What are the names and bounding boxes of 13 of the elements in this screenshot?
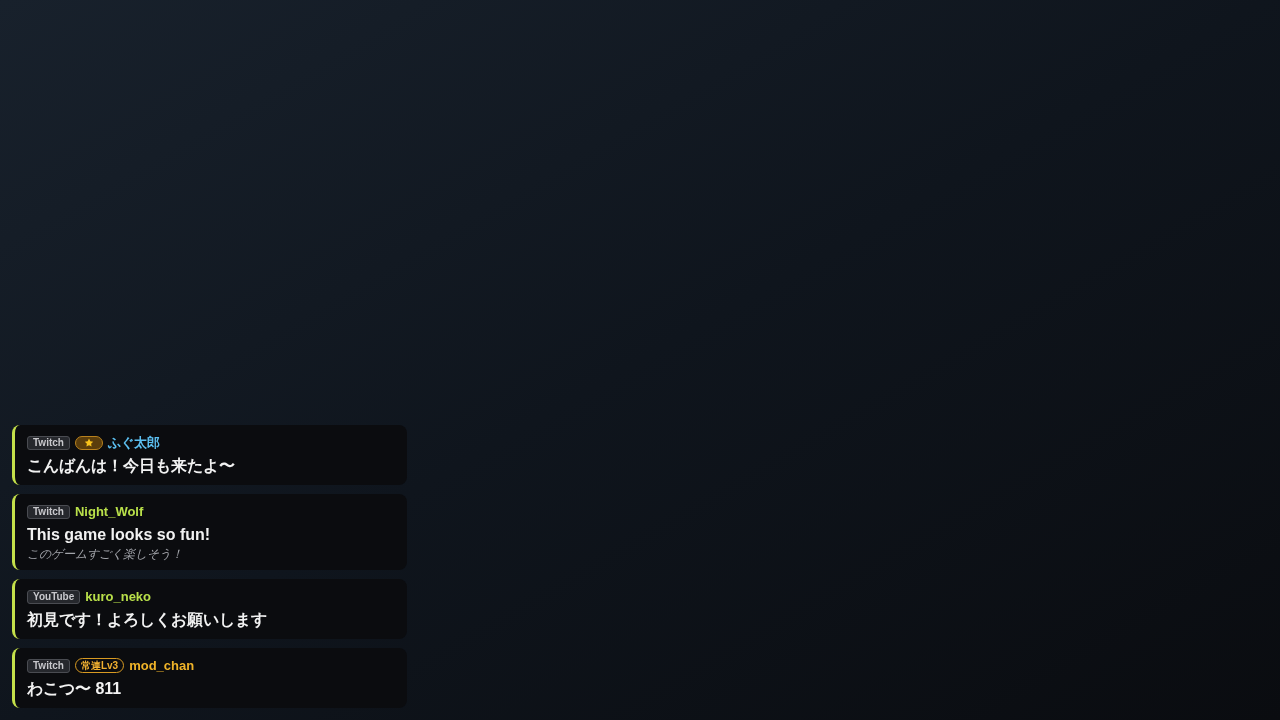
- message-text: こんばんは！今日も来たよ〜: [27, 456, 235, 476]
- username: kuro_neko: [85, 589, 152, 604]
- username: Night_Wolf: [74, 504, 144, 519]
- platform-label: Twitch: [27, 504, 70, 519]
- message-text: 初見です！よろしくお願いします: [27, 610, 267, 630]
- username: ふぐ太郎: [107, 435, 160, 450]
- platform-label: Twitch: [27, 435, 70, 450]
- message-text: わこつ〜 811: [27, 679, 122, 699]
- message-text: This game looks so fun!: [27, 525, 211, 545]
- translation-text: このゲームすごく楽しそう！: [27, 547, 183, 562]
- platform-label: YouTube: [27, 589, 81, 604]
- platform-label: Twitch: [27, 658, 70, 673]
- username: mod_chan: [129, 658, 195, 673]
